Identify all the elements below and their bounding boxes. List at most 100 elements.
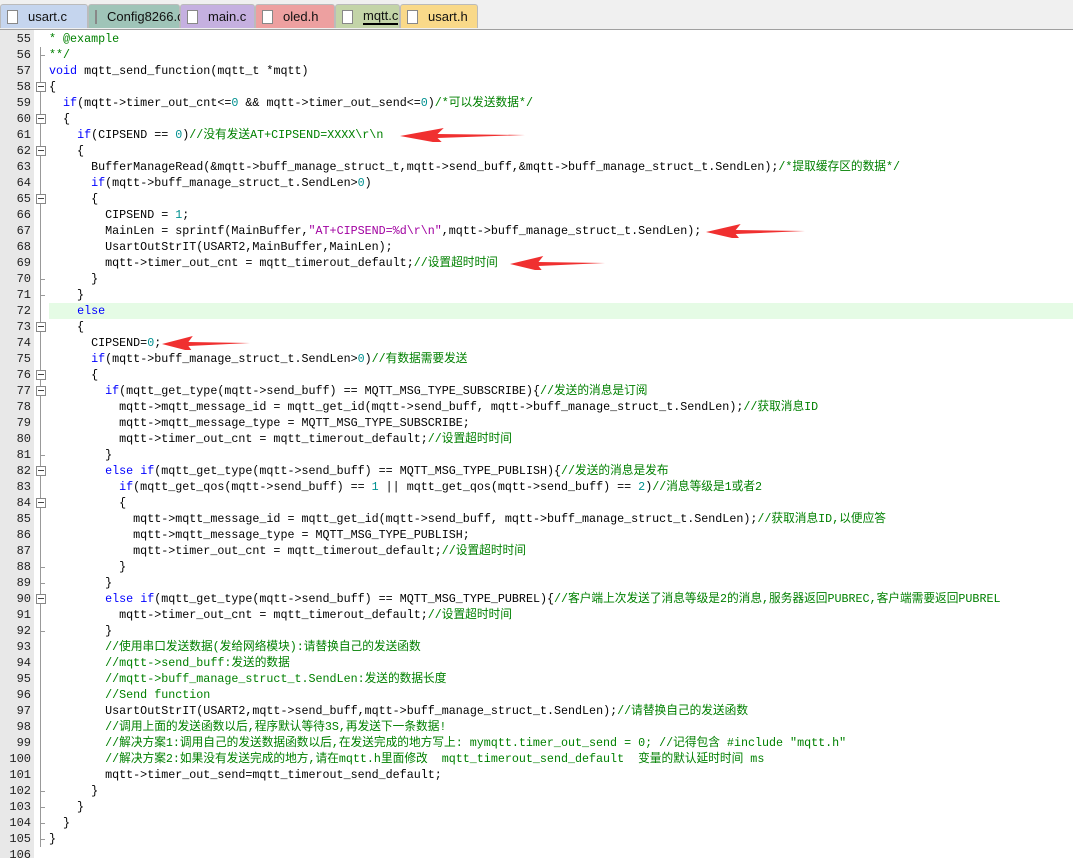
fold-collapse-icon[interactable] [36, 498, 46, 508]
code-comment: //设置超时时间 [427, 608, 512, 622]
code-line[interactable]: 98 //调用上面的发送函数以后,程序默认等待3S,再发送下一条数据! [0, 719, 1073, 735]
code-line[interactable]: 88 } [0, 559, 1073, 575]
code-line[interactable]: 64 if(mqtt->buff_manage_struct_t.SendLen… [0, 175, 1073, 191]
code-line[interactable]: 89 } [0, 575, 1073, 591]
code-comment: //客户端上次发送了消息等级是2的消息,服务器返回PUBREC,客户端需要返回P… [554, 592, 1001, 606]
fold-collapse-icon[interactable] [36, 466, 46, 476]
tab-config8266-c[interactable]: Config8266.c [88, 4, 184, 28]
fold-marker [36, 223, 45, 239]
code-line[interactable]: 56 **/ [0, 47, 1073, 63]
line-number: 83 [16, 480, 31, 494]
code-line[interactable]: 59 if(mqtt->timer_out_cnt<=0 && mqtt->ti… [0, 95, 1073, 111]
code-line[interactable]: 84 { [0, 495, 1073, 511]
fold-collapse-icon[interactable] [36, 322, 46, 332]
code-line[interactable]: 90 else if(mqtt_get_type(mqtt->send_buff… [0, 591, 1073, 607]
code-line[interactable]: 80 mqtt->timer_out_cnt = mqtt_timerout_d… [0, 431, 1073, 447]
code-text: } [49, 832, 57, 846]
code-line[interactable]: 97 UsartOutStrIT(USART2,mqtt->send_buff,… [0, 703, 1073, 719]
code-text: * @example [49, 32, 120, 46]
code-line[interactable]: 104 } [0, 815, 1073, 831]
keyword: if [140, 592, 155, 606]
code-line[interactable]: 78 mqtt->mqtt_message_id = mqtt_get_id(m… [0, 399, 1073, 415]
code-line[interactable]: 86 mqtt->mqtt_message_type = MQTT_MSG_TY… [0, 527, 1073, 543]
code-line[interactable]: 65 { [0, 191, 1073, 207]
line-number: 85 [16, 512, 31, 526]
tab-label: main.c [208, 9, 247, 24]
code-line[interactable]: 81 } [0, 447, 1073, 463]
line-number: 57 [16, 64, 31, 78]
tab-oled-h[interactable]: oled.h [255, 4, 335, 28]
tab-usart-c[interactable]: usart.c [0, 4, 88, 28]
fold-marker [36, 607, 45, 623]
line-number: 92 [16, 624, 31, 638]
fold-collapse-icon[interactable] [36, 82, 46, 92]
code-line[interactable]: 92 } [0, 623, 1073, 639]
fold-collapse-icon[interactable] [36, 114, 46, 124]
number-literal: 1 [175, 208, 183, 222]
line-number: 62 [16, 144, 31, 158]
code-line[interactable]: 77 if(mqtt_get_type(mqtt->send_buff) == … [0, 383, 1073, 399]
code-line[interactable]: 99 //解决方案1:调用自己的发送数据函数以后,在发送完成的地方写上: mym… [0, 735, 1073, 751]
line-number: 103 [9, 800, 31, 814]
code-line[interactable]: 94 //mqtt->send_buff:发送的数据 [0, 655, 1073, 671]
fold-collapse-icon[interactable] [36, 146, 46, 156]
code-text: void mqtt_send_function(mqtt_t *mqtt) [49, 64, 309, 78]
code-line[interactable]: 58 { [0, 79, 1073, 95]
code-line[interactable]: 74 CIPSEND=0; [0, 335, 1073, 351]
code-text: mqtt->mqtt_message_id = mqtt_get_id(mqtt… [49, 400, 819, 414]
fold-collapse-icon[interactable] [36, 386, 46, 396]
code-line[interactable]: 55 * @example [0, 31, 1073, 47]
file-icon [342, 9, 353, 24]
code-line[interactable]: 66 CIPSEND = 1; [0, 207, 1073, 223]
code-line[interactable]: 71 } [0, 287, 1073, 303]
code-line[interactable]: 61 if(CIPSEND == 0)//没有发送AT+CIPSEND=XXXX… [0, 127, 1073, 143]
code-line[interactable]: 87 mqtt->timer_out_cnt = mqtt_timerout_d… [0, 543, 1073, 559]
code-line[interactable]: 79 mqtt->mqtt_message_type = MQTT_MSG_TY… [0, 415, 1073, 431]
line-number: 77 [16, 384, 31, 398]
code-line[interactable]: 91 mqtt->timer_out_cnt = mqtt_timerout_d… [0, 607, 1073, 623]
code-line[interactable]: 105} [0, 831, 1073, 847]
fold-marker [36, 559, 45, 575]
code-line[interactable]: 102 } [0, 783, 1073, 799]
fold-collapse-icon[interactable] [36, 194, 46, 204]
code-text: if(mqtt_get_qos(mqtt->send_buff) == 1 ||… [119, 480, 763, 494]
code-line[interactable]: 76 { [0, 367, 1073, 383]
code-text: } [49, 560, 127, 574]
code-line[interactable]: 100 //解决方案2:如果没有发送完成的地方,请在mqtt.h里面修改 mqt… [0, 751, 1073, 767]
red-arrow-annotation-icon [400, 128, 525, 142]
tab-usart-h[interactable]: usart.h [400, 4, 478, 28]
code-comment: //发送的消息是发布 [561, 464, 669, 478]
fold-marker [36, 703, 45, 719]
code-line[interactable]: 73 { [0, 319, 1073, 335]
code-text: } [49, 448, 113, 462]
tab-mqtt-c[interactable]: mqtt.c [335, 4, 400, 28]
fold-collapse-icon[interactable] [36, 594, 46, 604]
code-line[interactable]: 95 //mqtt->buff_manage_struct_t.SendLen:… [0, 671, 1073, 687]
code-line[interactable]: 57 void mqtt_send_function(mqtt_t *mqtt) [0, 63, 1073, 79]
code-line[interactable]: 75 if(mqtt->buff_manage_struct_t.SendLen… [0, 351, 1073, 367]
code-line[interactable]: 93 //使用串口发送数据(发给网络模块):请替换自己的发送函数 [0, 639, 1073, 655]
code-line[interactable]: 67 MainLen = sprintf(MainBuffer,"AT+CIPS… [0, 223, 1073, 239]
code-line[interactable]: 101 mqtt->timer_out_send=mqtt_timerout_s… [0, 767, 1073, 783]
code-line[interactable]: 82 else if(mqtt_get_type(mqtt->send_buff… [0, 463, 1073, 479]
code-text: //调用上面的发送函数以后,程序默认等待3S,再发送下一条数据! [49, 719, 1073, 735]
code-line[interactable]: 68 UsartOutStrIT(USART2,MainBuffer,MainL… [0, 239, 1073, 255]
tab-main-c[interactable]: main.c [180, 4, 255, 28]
code-line[interactable]: 63 BufferManageRead(&mqtt->buff_manage_s… [0, 159, 1073, 175]
code-line[interactable]: 106 [0, 847, 1073, 863]
code-text: } [49, 288, 85, 302]
code-text: //使用串口发送数据(发给网络模块):请替换自己的发送函数 [49, 639, 1073, 655]
line-number: 90 [16, 592, 31, 606]
code-editor[interactable]: 55 * @example 56 **/ 57 void mqtt_send_functi… [0, 30, 1073, 862]
code-line[interactable]: 83 if(mqtt_get_qos(mqtt->send_buff) == 1… [0, 479, 1073, 495]
code-line[interactable]: 72 else [0, 303, 1073, 319]
fold-marker [36, 719, 45, 735]
code-line[interactable]: 62 { [0, 143, 1073, 159]
fold-collapse-icon[interactable] [36, 370, 46, 380]
line-number: 65 [16, 192, 31, 206]
code-line[interactable]: 60 { [0, 111, 1073, 127]
code-line[interactable]: 70 } [0, 271, 1073, 287]
code-line[interactable]: 96 //Send function [0, 687, 1073, 703]
code-line[interactable]: 85 mqtt->mqtt_message_id = mqtt_get_id(m… [0, 511, 1073, 527]
code-line[interactable]: 103 } [0, 799, 1073, 815]
